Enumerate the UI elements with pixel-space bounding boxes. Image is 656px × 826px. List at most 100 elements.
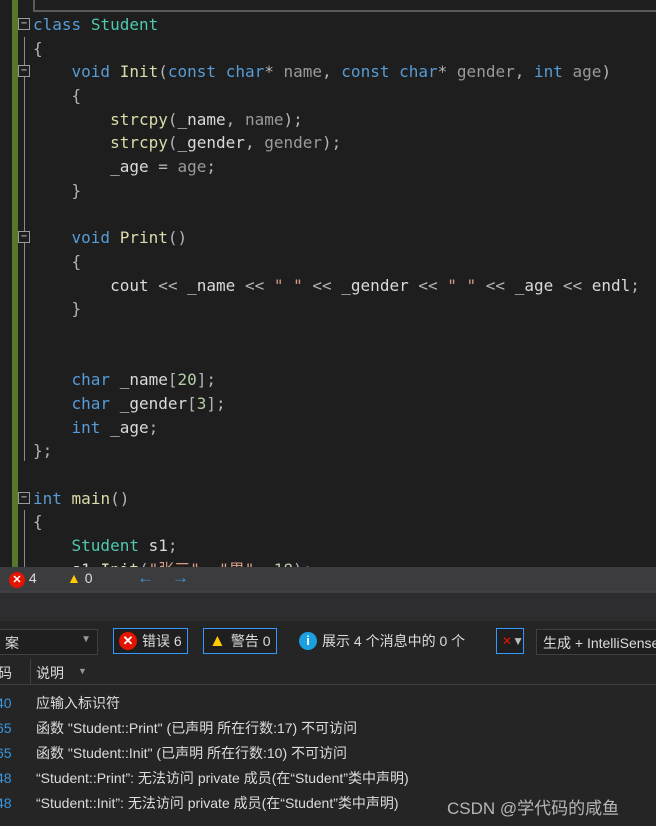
- code-token: Init: [100, 560, 139, 567]
- error-code: 65: [0, 745, 12, 761]
- next-arrow-icon[interactable]: →: [172, 568, 189, 588]
- warnings-filter-button[interactable]: ▲ 警告 0: [203, 628, 277, 654]
- sort-dropdown-icon[interactable]: ▼: [78, 666, 87, 676]
- error-description: “Student::Init”: 无法访问 private 成员(在“Stude…: [36, 795, 399, 811]
- collapse-icon[interactable]: −: [18, 231, 30, 244]
- error-row[interactable]: 48 “Student::Print”: 无法访问 private 成员(在“St…: [0, 766, 656, 790]
- code-token: [: [187, 394, 197, 413]
- collapse-icon[interactable]: −: [18, 18, 30, 30]
- code-line[interactable]: {: [0, 510, 640, 534]
- code-token: Init: [119, 62, 159, 82]
- collapse-icon[interactable]: −: [18, 65, 30, 78]
- code-line[interactable]: };: [0, 439, 640, 463]
- code-token: ;: [630, 275, 640, 295]
- code-line[interactable]: strcpy(_name, name);: [0, 108, 640, 132]
- code-lines[interactable]: − class Student{− void Init(const char* n…: [0, 13, 640, 567]
- code-token: {: [33, 512, 43, 532]
- code-line[interactable]: [0, 321, 640, 345]
- code-token: void: [71, 228, 111, 248]
- code-token: <<: [418, 275, 448, 295]
- code-line[interactable]: strcpy(_gender, gender);: [0, 131, 640, 155]
- code-token: int: [71, 417, 101, 437]
- scope-dropdown[interactable]: 案 ▼: [0, 629, 98, 655]
- column-code[interactable]: 码: [0, 663, 12, 683]
- code-token: {: [33, 38, 43, 58]
- column-description[interactable]: 说明: [36, 663, 64, 683]
- error-code: 40: [0, 695, 12, 711]
- error-icon: ✕: [9, 572, 25, 588]
- code-line[interactable]: {: [0, 84, 640, 108]
- code-token: const: [167, 62, 217, 82]
- code-token: *: [437, 62, 448, 82]
- error-code: 48: [0, 795, 12, 811]
- code-token: _gender: [110, 394, 188, 413]
- clear-filter-button[interactable]: ✕▼: [496, 628, 524, 654]
- warning-count[interactable]: ▲ 0: [67, 570, 93, 586]
- code-token: Print: [119, 228, 168, 248]
- code-token: char: [71, 394, 111, 413]
- code-line[interactable]: char _name[20];: [0, 368, 640, 392]
- code-line[interactable]: − int main(): [0, 487, 640, 511]
- code-editor[interactable]: − class Student{− void Init(const char* n…: [0, 0, 656, 567]
- error-row[interactable]: 65 函数 "Student::Print" (已声明 所在行数:17) 不可访问: [0, 716, 656, 740]
- code-token: cout: [33, 275, 159, 295]
- code-token: ,: [514, 62, 534, 82]
- code-line[interactable]: }: [0, 179, 640, 203]
- code-token: _gender: [341, 275, 419, 295]
- code-line[interactable]: int _age;: [0, 416, 640, 440]
- code-line[interactable]: [0, 203, 640, 227]
- watermark: CSDN @学代码的咸鱼: [447, 799, 620, 818]
- code-line[interactable]: char _gender[3];: [0, 392, 640, 416]
- code-token: const: [341, 62, 390, 82]
- code-token: "男": [219, 560, 254, 567]
- previous-arrow-icon[interactable]: ←: [137, 568, 154, 588]
- code-token: <<: [158, 275, 188, 295]
- code-token: age: [177, 157, 207, 177]
- code-token: ,: [244, 133, 265, 153]
- error-count[interactable]: ✕ 4: [9, 570, 37, 588]
- warning-icon: ▲: [67, 570, 81, 586]
- code-line[interactable]: s1.Init("张三", "男", 18);: [0, 558, 640, 567]
- error-code: 65: [0, 720, 12, 736]
- errors-filter-button[interactable]: ✕ 错误 6: [113, 628, 188, 654]
- code-token: };: [33, 441, 53, 461]
- code-token: <<: [476, 275, 515, 295]
- code-token: _age: [514, 275, 563, 295]
- error-description: 函数 "Student::Init" (已声明 所在行数:10) 不可访问: [36, 745, 348, 761]
- code-line[interactable]: {: [0, 37, 640, 61]
- code-token: Student: [90, 15, 159, 34]
- code-token: <<: [244, 275, 274, 295]
- panel-splitter[interactable]: [0, 591, 656, 621]
- code-line[interactable]: − class Student: [0, 13, 640, 37]
- code-line[interactable]: _age = age;: [0, 155, 640, 179]
- code-token: (): [167, 228, 188, 248]
- code-token: (): [110, 488, 130, 508]
- code-line[interactable]: {: [0, 250, 640, 274]
- build-source-dropdown[interactable]: 生成 + IntelliSense: [536, 629, 656, 655]
- code-line[interactable]: [0, 463, 640, 487]
- code-line[interactable]: − void Print(): [0, 226, 640, 250]
- error-row[interactable]: 65 函数 "Student::Init" (已声明 所在行数:10) 不可访问: [0, 741, 656, 765]
- code-line[interactable]: }: [0, 297, 640, 321]
- code-token: 3: [196, 394, 207, 413]
- code-token: _age: [33, 157, 149, 177]
- error-icon: ✕: [119, 632, 137, 650]
- code-token: *: [264, 62, 274, 82]
- code-line[interactable]: Student s1;: [0, 534, 640, 558]
- code-token: name: [244, 109, 284, 129]
- messages-filter-button[interactable]: i 展示 4 个消息中的 0 个: [293, 628, 471, 654]
- error-row[interactable]: 40 应输入标识符: [0, 691, 656, 715]
- code-token: }: [33, 180, 82, 200]
- code-token: _age: [100, 417, 149, 437]
- code-line[interactable]: [0, 345, 640, 369]
- code-line[interactable]: cout << _name << " " << _gender << " " <…: [0, 274, 640, 298]
- collapse-icon[interactable]: −: [18, 491, 30, 504]
- error-description: 应输入标识符: [36, 695, 120, 711]
- code-line[interactable]: − void Init(const char* name, const char…: [0, 60, 640, 84]
